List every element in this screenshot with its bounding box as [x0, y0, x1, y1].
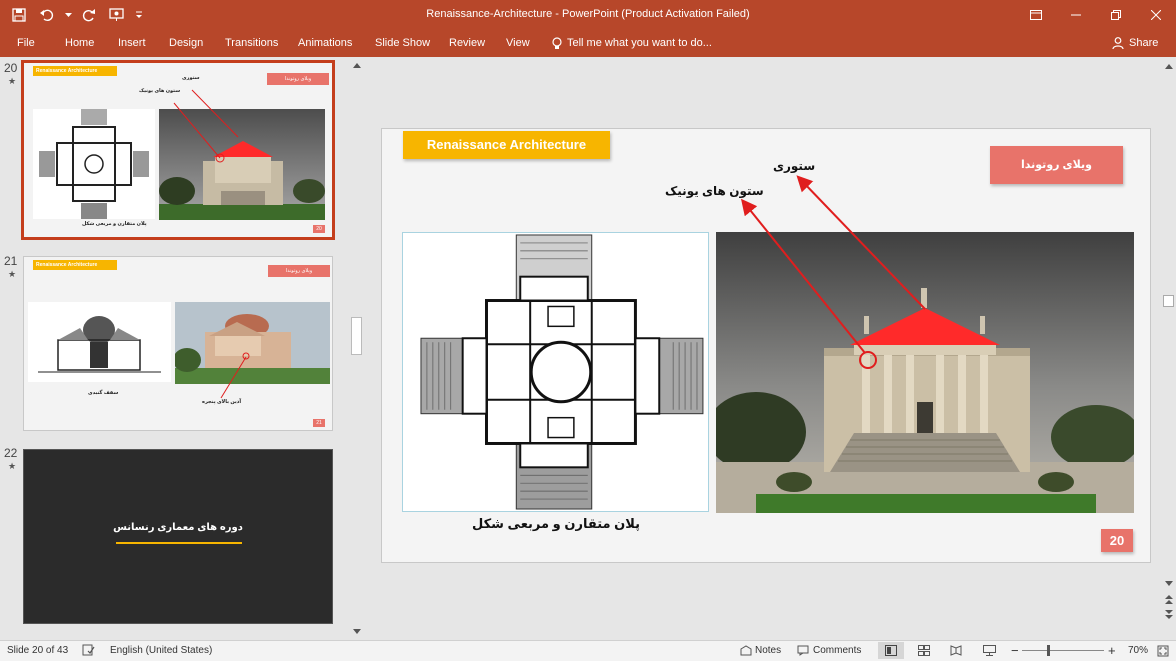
thumbnail-scrollbar[interactable] [350, 57, 364, 640]
status-bar: Slide 20 of 43 English (United States) N… [0, 640, 1176, 661]
scroll-down-arrow-icon[interactable] [353, 629, 361, 635]
tab-slide-show[interactable]: Slide Show [375, 34, 430, 52]
animation-star-icon: ★ [8, 76, 17, 86]
zoom-slider-thumb[interactable] [1047, 645, 1050, 656]
tell-me-box[interactable]: Tell me what you want to do... [552, 34, 712, 52]
tell-me-text: Tell me what you want to do... [567, 37, 712, 49]
fit-slide-to-window-icon[interactable] [1157, 645, 1169, 657]
tab-home[interactable]: Home [65, 34, 94, 52]
animation-star-icon: ★ [8, 461, 17, 471]
normal-view-icon [885, 645, 897, 656]
current-slide[interactable]: Renaissance Architecture ویلای روتوندا س… [381, 128, 1151, 563]
comments-button[interactable]: Comments [813, 645, 861, 656]
scroll-down-arrow-icon[interactable] [1165, 581, 1173, 587]
language-indicator[interactable]: English (United States) [110, 645, 212, 656]
window-title: Renaissance-Architecture - PowerPoint (P… [426, 8, 750, 20]
zoom-out-button[interactable]: − [1011, 643, 1019, 658]
lightbulb-icon [552, 36, 562, 49]
scroll-up-arrow-icon[interactable] [353, 62, 361, 68]
tab-transitions[interactable]: Transitions [225, 34, 278, 52]
next-slide-icon[interactable] [1165, 609, 1173, 619]
tab-insert[interactable]: Insert [118, 34, 146, 52]
person-icon [1112, 37, 1124, 49]
thumb-arrows [220, 352, 250, 399]
slide-vertical-scrollbar[interactable] [1161, 57, 1176, 640]
minimize-icon [1071, 14, 1081, 16]
tab-animations[interactable]: Animations [298, 34, 352, 52]
ribbon-options-icon [1030, 10, 1042, 20]
title-bar: Renaissance-Architecture - PowerPoint (P… [0, 0, 1176, 30]
ribbon-tabs: File Home Insert Design Transitions Anim… [0, 30, 1176, 57]
comments-icon [797, 645, 809, 656]
notes-icon [740, 645, 752, 656]
zoom-in-button[interactable]: + [1108, 643, 1116, 658]
scroll-up-arrow-icon[interactable] [1165, 63, 1173, 69]
window-controls [1016, 0, 1176, 30]
scrollbar-thumb[interactable] [1163, 295, 1174, 307]
slide-sorter-icon[interactable] [918, 645, 930, 656]
thumb-section-title: دوره های معماری رنسانس [113, 522, 243, 533]
close-icon [1151, 10, 1161, 20]
column-highlight-circle [859, 351, 877, 369]
previous-slide-icon[interactable] [1165, 595, 1173, 605]
thumbnail-number: 21 [4, 254, 18, 268]
tab-design[interactable]: Design [169, 34, 203, 52]
reading-view-icon[interactable] [950, 645, 962, 656]
tab-view[interactable]: View [506, 34, 530, 52]
thumbnail-slide-22[interactable]: دوره های معماری رنسانس [23, 449, 333, 624]
thumb-title-underline [116, 542, 242, 544]
thumb-arrows [173, 89, 239, 163]
zoom-slider-track[interactable] [1022, 650, 1104, 651]
thumbnail-slide-21[interactable]: Renaissance Architecture ویلای روتوندا س… [23, 256, 333, 431]
share-button[interactable]: Share [1112, 34, 1158, 52]
thumbnail-number: 22 [4, 446, 18, 460]
slide-thumbnail-pane: 20 ★ Renaissance Architecture ویلای روتو… [0, 57, 366, 640]
thumbnail-number: 20 [4, 61, 18, 75]
minimize-button[interactable] [1056, 0, 1096, 30]
zoom-level[interactable]: 70% [1128, 645, 1148, 656]
slide-show-view-icon[interactable] [983, 645, 996, 656]
ribbon-display-options-button[interactable] [1016, 0, 1056, 30]
share-label: Share [1129, 37, 1159, 49]
restore-button[interactable] [1096, 0, 1136, 30]
slide-counter[interactable]: Slide 20 of 43 [7, 645, 68, 656]
restore-icon [1111, 10, 1121, 20]
pediment-arrow [796, 175, 926, 310]
normal-view-button[interactable] [878, 642, 904, 659]
close-button[interactable] [1136, 0, 1176, 30]
scrollbar-thumb[interactable] [351, 317, 362, 355]
notes-button[interactable]: Notes [755, 645, 781, 656]
tab-review[interactable]: Review [449, 34, 485, 52]
thumbnail-slide-20[interactable]: Renaissance Architecture ویلای روتوندا س… [21, 60, 335, 240]
animation-star-icon: ★ [8, 269, 17, 279]
annotation-arrows [740, 175, 926, 369]
spelling-check-icon[interactable] [82, 644, 95, 656]
tab-file[interactable]: File [17, 34, 35, 52]
